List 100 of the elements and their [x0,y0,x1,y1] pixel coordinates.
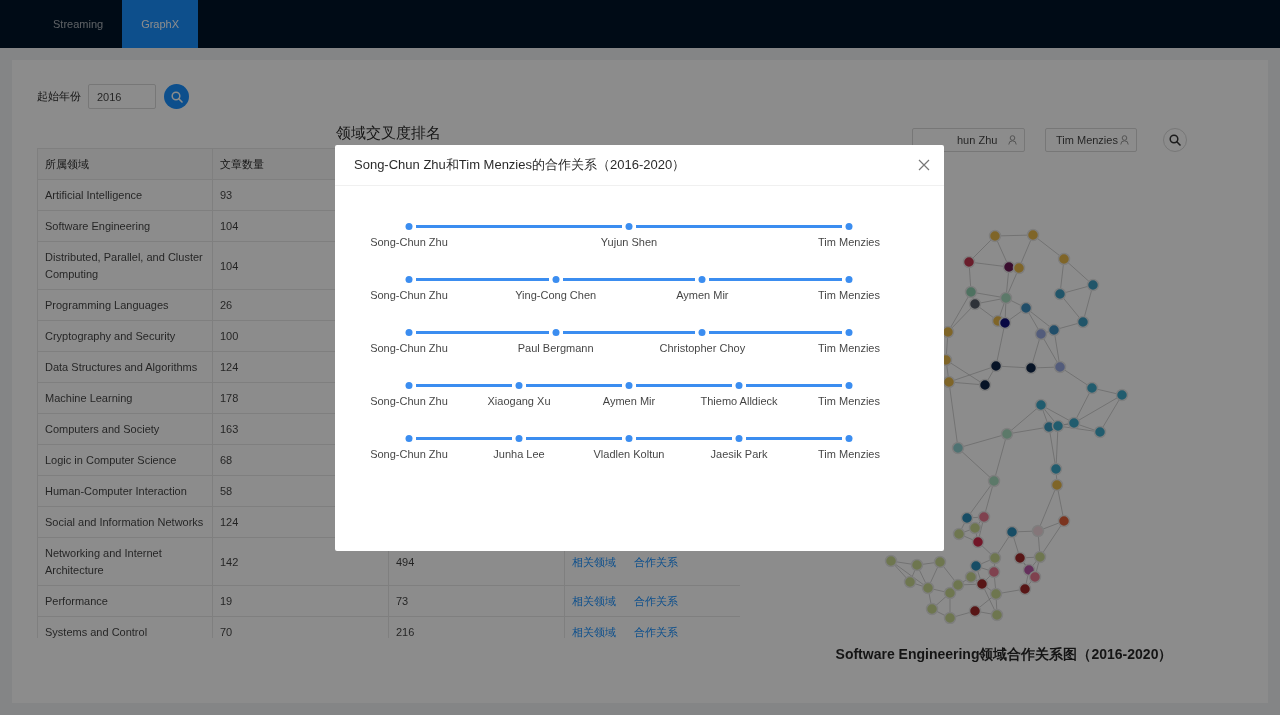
related-domains-link[interactable]: 相关领域 [572,626,616,638]
path-node-dot [735,435,743,442]
path-node-dot [845,223,853,230]
close-icon [918,159,930,171]
graph-node [951,441,965,455]
related-domains-link[interactable]: 相关领域 [572,555,616,568]
graph-node [903,575,917,589]
path-node-dot [405,276,413,283]
graph-node [1024,361,1038,375]
path-node-dot [845,276,853,283]
graph-node [990,608,1004,622]
search-icon [1169,134,1181,146]
search-icon [170,90,183,103]
path-node-dot [625,223,633,230]
graph-node [989,359,1003,373]
graph-node [1033,550,1047,564]
table-cell: Human-Computer Interaction [37,475,213,507]
path-node-dot [405,223,413,230]
path-node-dot [515,435,523,442]
person-icon [1008,135,1017,145]
table-cell: Software Engineering [37,210,213,242]
graph-node [968,604,982,618]
table-cell: Performance [37,585,213,617]
graph-node [1019,301,1033,315]
graph-node [1005,525,1019,539]
graph-node [1053,287,1067,301]
column-header: 所属领域 [37,148,213,180]
graph-node [968,297,982,311]
graph-node [1026,228,1040,242]
graph-node [964,570,978,584]
graph-node [1034,327,1048,341]
table-cell: Programming Languages [37,289,213,321]
graph-node [1034,398,1048,412]
author-name: Ying-Cong Chen [515,289,597,301]
author-name: Tim Menzies [818,236,880,248]
author-input[interactable]: hun Zhu [912,128,1025,152]
path-node-dot [405,382,413,389]
collaboration-link[interactable]: 合作关系 [634,595,678,607]
graph-node [1050,478,1064,492]
graph-node [943,586,957,600]
graph-node [1086,278,1100,292]
author-name: Aymen Mir [676,289,729,301]
related-domains-link[interactable]: 相关领域 [572,595,616,607]
graph-node [962,255,976,269]
graph-node [1018,582,1032,596]
search-button[interactable] [1163,128,1187,152]
graph-node [1076,315,1090,329]
table-cell: 19 [212,585,389,617]
nav-tab[interactable]: GraphX [122,0,199,48]
path-node-dot [698,329,706,336]
table-cell: Systems and Control [37,616,213,638]
graph-node [910,558,924,572]
path-node-dot [515,382,523,389]
graph-node [942,375,956,389]
graph-node [943,611,957,624]
year-input[interactable]: 2016 [88,84,156,109]
graph-node [969,559,983,573]
author-name: Tim Menzies [818,448,880,460]
author-name: Tim Menzies [818,395,880,407]
path-node-dot [845,382,853,389]
path-node-dot [625,382,633,389]
table-cell: Social and Information Networks [37,506,213,538]
graph-node [884,554,898,568]
graph-node [1085,381,1099,395]
table-cell: Computers and Society [37,413,213,445]
path-node-dot [625,435,633,442]
path-node-dot [552,276,560,283]
year-label: 起始年份 [37,89,81,104]
table-title: 领域交叉度排名 [335,123,442,143]
graph-node [933,555,947,569]
close-button[interactable] [918,159,930,171]
collaboration-link[interactable]: 合作关系 [634,555,678,568]
author-input[interactable]: Tim Menzies [1045,128,1137,152]
graph-node [952,527,966,541]
table-cell: Networking and Internet Architecture [37,537,213,586]
graph-node [1028,570,1042,584]
collaboration-link[interactable]: 合作关系 [634,626,678,638]
nav-tab[interactable]: Streaming [34,0,123,48]
graph-node [1012,261,1026,275]
graph-node [1051,419,1065,433]
graph-node [1031,524,1045,538]
author-name: Junha Lee [493,448,545,460]
graph-node [1000,427,1014,441]
graph-node [987,474,1001,488]
author-name: Aymen Mir [602,395,656,407]
author-name: Vladlen Koltun [593,448,665,460]
author-name: Tim Menzies [818,289,880,301]
graph-title: Software Engineering领域合作关系图（2016-2020） [835,646,1173,664]
table-cell: Machine Learning [37,382,213,414]
graph-node [978,378,992,392]
graph-node [1057,514,1071,528]
path-node-dot [405,435,413,442]
graph-node [977,510,991,524]
table-cell: Artificial Intelligence [37,179,213,211]
author-name: Yujun Shen [600,236,658,248]
search-button[interactable] [164,84,189,109]
graph-node [1067,416,1081,430]
author-name: Jaesik Park [710,448,768,460]
graph-node [1057,252,1071,266]
graph-node [1093,425,1107,439]
